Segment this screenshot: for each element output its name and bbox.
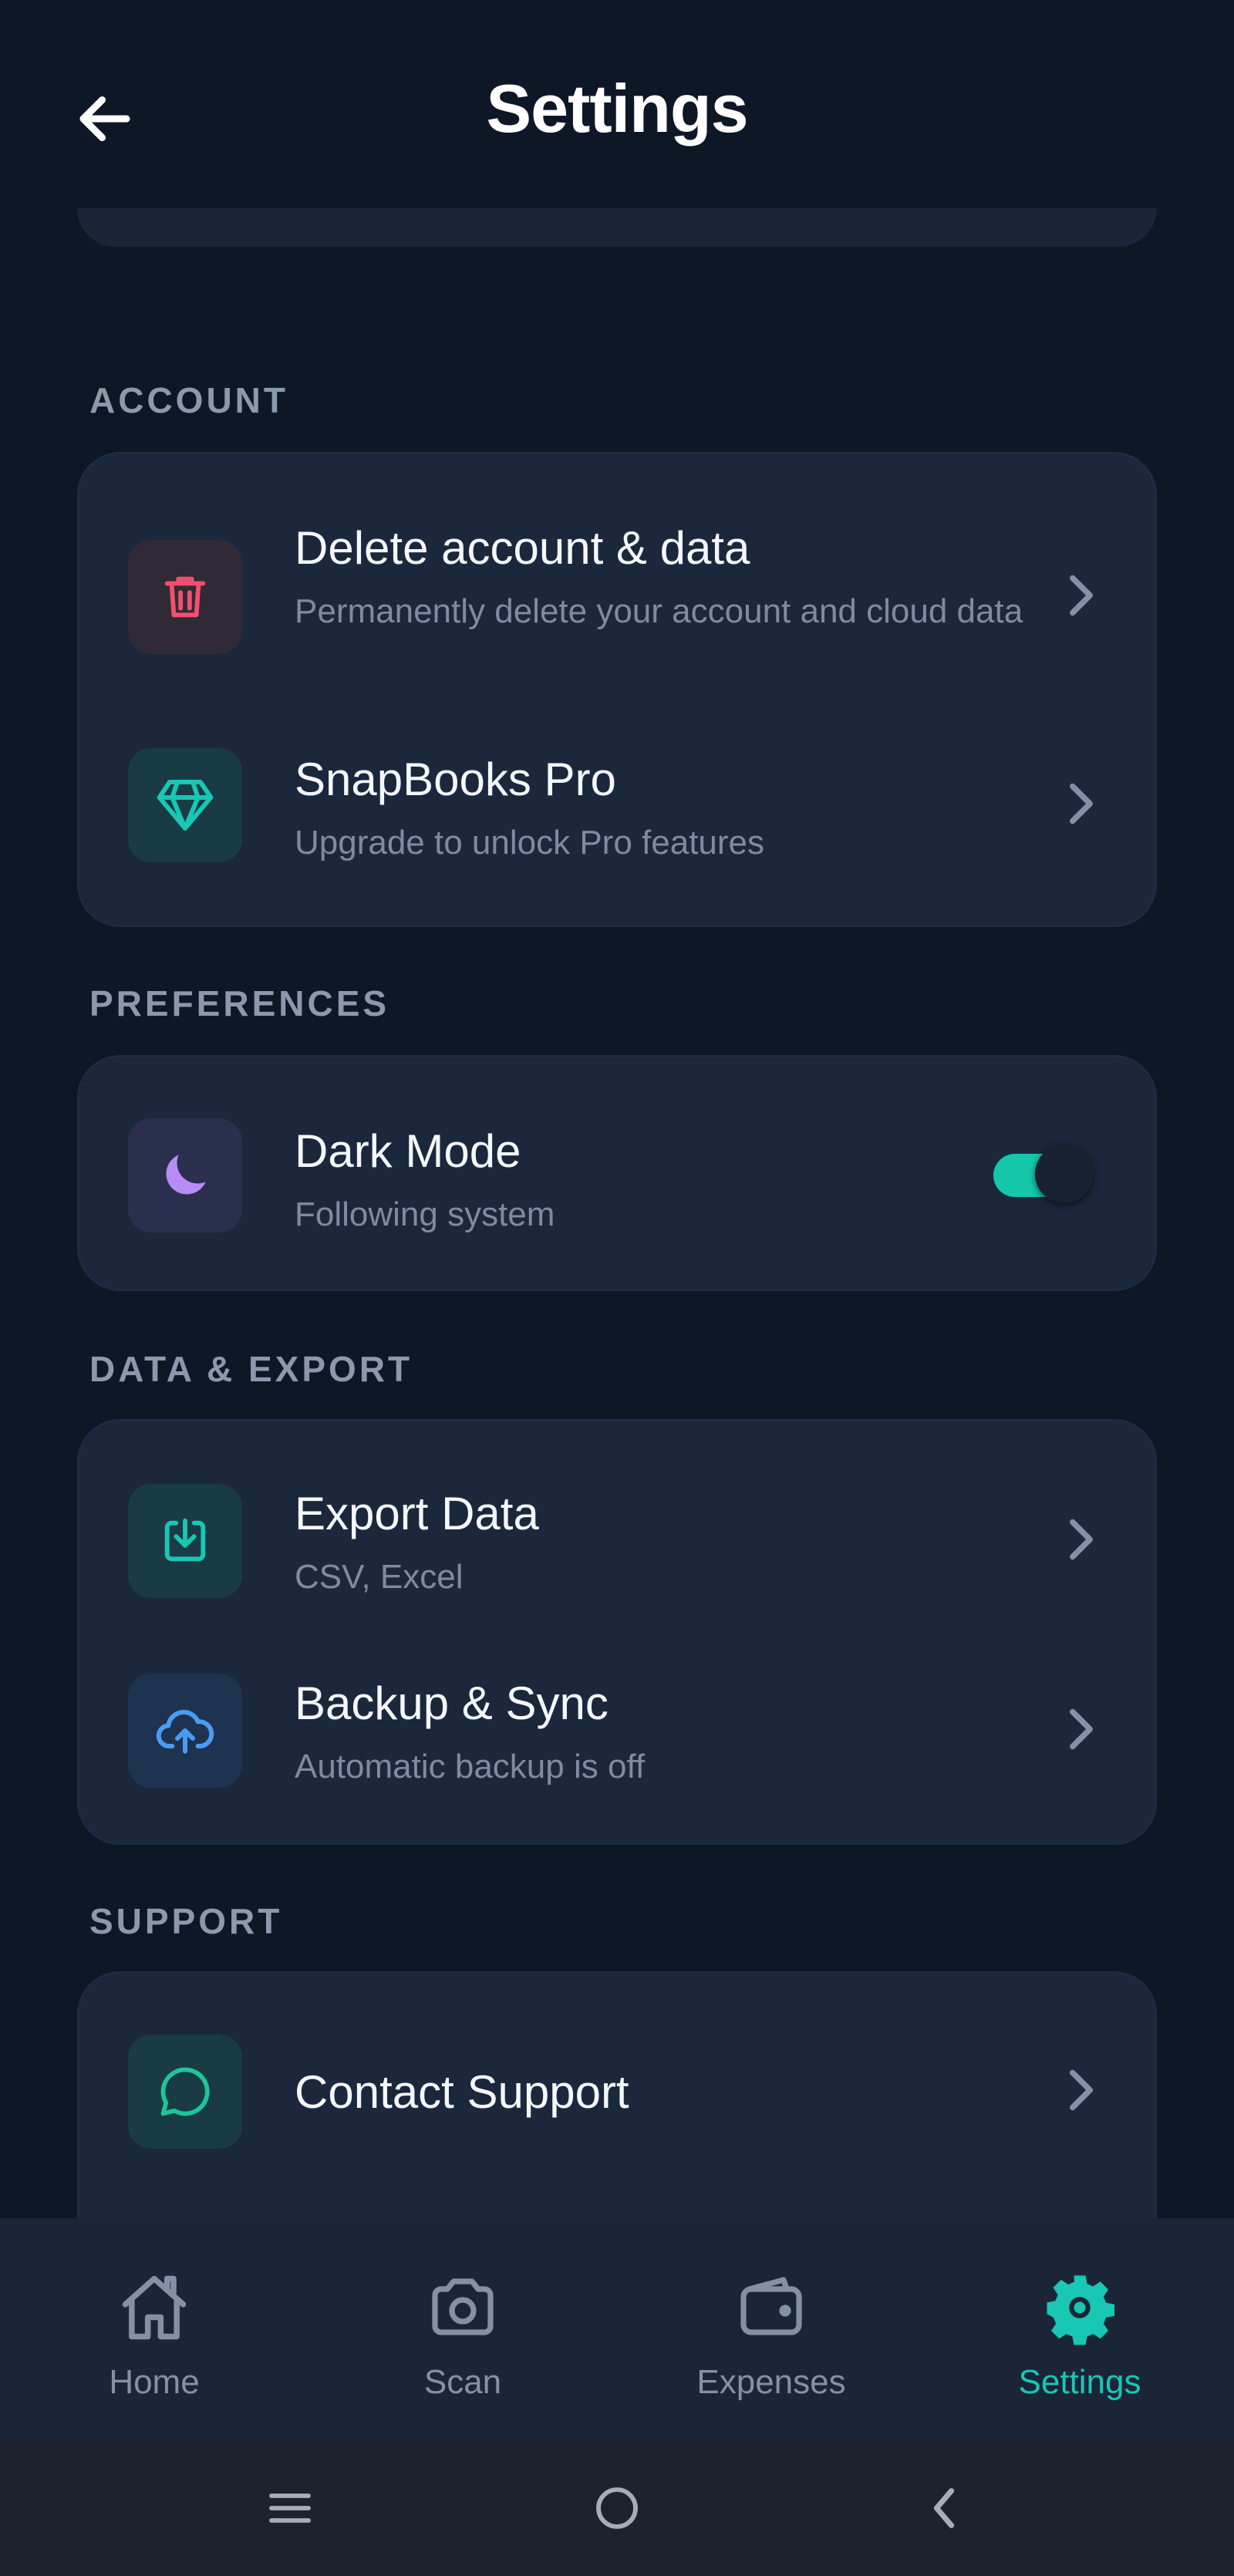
export-data-title: Export Data xyxy=(295,1488,539,1539)
nav-settings-label: Settings xyxy=(1018,2363,1141,2401)
nav-expenses[interactable]: Expenses xyxy=(617,2218,926,2440)
recent-apps-button[interactable] xyxy=(251,2470,329,2547)
nav-expenses-label: Expenses xyxy=(696,2363,846,2401)
nav-home-label: Home xyxy=(109,2363,200,2401)
chevron-left-icon xyxy=(933,2488,955,2528)
home-icon xyxy=(116,2269,193,2346)
snapbooks-pro-row[interactable]: SnapBooks Pro Upgrade to unlock Pro feat… xyxy=(79,685,1158,916)
delete-account-title: Delete account & data xyxy=(295,522,750,574)
moon-icon xyxy=(166,1155,206,1195)
cloud-upload-icon xyxy=(156,1709,214,1754)
contact-support-row[interactable]: Contact Support xyxy=(79,1973,1158,2204)
chat-bubble-icon-box xyxy=(128,2035,242,2149)
delete-account-subtitle: Permanently delete your account and clou… xyxy=(295,592,1023,630)
diamond-icon xyxy=(157,780,214,831)
backup-sync-row[interactable]: Backup & Sync Automatic backup is off xyxy=(79,1610,1158,1819)
bottom-nav: Home Scan Expenses Settings xyxy=(0,2218,1234,2440)
chevron-right-icon xyxy=(1058,565,1104,626)
circle-icon xyxy=(596,2487,638,2529)
nav-settings[interactable]: Settings xyxy=(926,2218,1234,2440)
dark-mode-row[interactable]: Dark Mode Following system xyxy=(79,1057,1158,1293)
trash-icon-box xyxy=(128,540,242,654)
home-system-button[interactable] xyxy=(578,2470,656,2547)
preferences-card: Dark Mode Following system xyxy=(77,1055,1157,1291)
dark-mode-title: Dark Mode xyxy=(295,1125,521,1177)
export-data-row[interactable]: Export Data CSV, Excel xyxy=(79,1421,1158,1629)
back-system-button[interactable] xyxy=(905,2470,983,2547)
download-icon-box xyxy=(128,1484,242,1598)
backup-sync-title: Backup & Sync xyxy=(295,1677,609,1729)
export-data-subtitle: CSV, Excel xyxy=(295,1558,464,1596)
nav-home[interactable]: Home xyxy=(0,2218,308,2440)
wallet-icon xyxy=(733,2269,810,2346)
snapbooks-pro-subtitle: Upgrade to unlock Pro features xyxy=(295,824,765,861)
delete-account-row[interactable]: Delete account & data Permanently delete… xyxy=(79,453,1158,685)
system-nav-bar xyxy=(0,2440,1234,2576)
account-card: Delete account & data Permanently delete… xyxy=(77,452,1157,927)
moon-icon-box xyxy=(128,1118,242,1232)
section-label-preferences: PREFERENCES xyxy=(89,983,390,1023)
toggle-knob xyxy=(1035,1145,1094,1203)
page-title: Settings xyxy=(486,70,748,147)
diamond-icon-box xyxy=(128,748,242,862)
section-label-account: ACCOUNT xyxy=(89,380,288,420)
gear-icon xyxy=(1041,2269,1118,2346)
support-card: Contact Support xyxy=(77,1971,1157,2218)
data-export-card: Export Data CSV, Excel Backup & Sync Aut… xyxy=(77,1419,1157,1845)
chat-bubble-icon xyxy=(160,2067,210,2116)
settings-scroll-area[interactable]: ACCOUNT Delete account & data Permanentl… xyxy=(0,0,1234,2218)
nav-scan[interactable]: Scan xyxy=(308,2218,617,2440)
trash-icon xyxy=(164,576,206,618)
chevron-right-icon xyxy=(1058,1698,1104,1760)
cloud-upload-icon-box xyxy=(128,1674,242,1788)
previous-card-bottom xyxy=(77,208,1157,247)
nav-scan-label: Scan xyxy=(423,2363,502,2401)
download-icon xyxy=(164,1518,206,1562)
chevron-right-icon xyxy=(1058,1509,1104,1570)
contact-support-title: Contact Support xyxy=(295,2066,629,2118)
section-label-support: SUPPORT xyxy=(89,1901,283,1941)
menu-lines-icon xyxy=(269,2493,311,2523)
dark-mode-toggle[interactable] xyxy=(993,1137,1101,1203)
section-label-data-export: DATA & EXPORT xyxy=(89,1349,413,1389)
dark-mode-subtitle: Following system xyxy=(295,1195,555,1233)
chevron-right-icon xyxy=(1058,773,1104,835)
backup-sync-subtitle: Automatic backup is off xyxy=(295,1748,646,1785)
chevron-right-icon xyxy=(1058,2059,1104,2121)
app-header: Settings xyxy=(0,0,1234,224)
camera-icon xyxy=(424,2269,501,2346)
snapbooks-pro-title: SnapBooks Pro xyxy=(295,754,616,805)
